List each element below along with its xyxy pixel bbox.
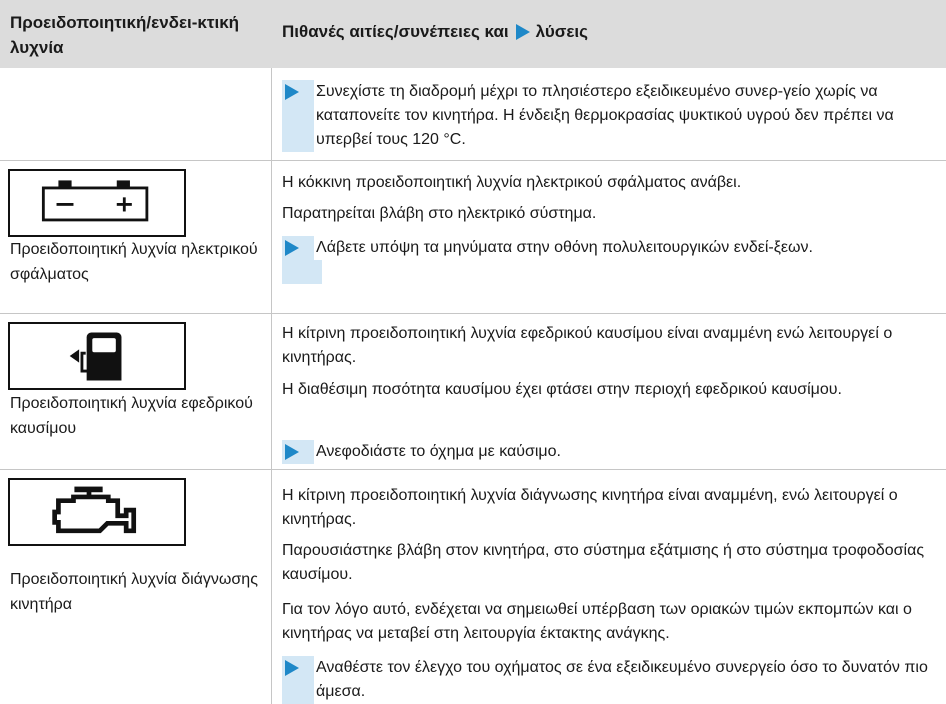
header-col-indicator: Προειδοποιητική/ενδει-κτική λυχνία [10,13,240,57]
step-text: Λάβετε υπόψη τα μηνύματα στην οθόνη πολυ… [314,236,930,260]
text-electrical-2: Παρατηρείται βλάβη στο ηλεκτρικό σύστημα… [282,205,597,222]
text-electrical-1: Η κόκκινη προειδοποιητική λυχνία ηλεκτρι… [282,174,742,191]
arrow-right-icon [285,444,299,460]
arrow-right-icon [515,23,530,40]
header-col-causes: Πιθανές αιτίες/συνέπειες και λύσεις [282,19,588,44]
text-fuel-2: Η διαθέσιμη ποσότητα καυσίμου έχει φτάσε… [282,381,842,398]
label-electrical-fault: Προειδοποιητική λυχνία ηλεκτρικού σφάλμα… [10,241,258,283]
row-divider [0,313,946,314]
step-text: Αναθέστε τον έλεγχο του οχήματος σε ένα … [314,656,930,704]
step-electrical: Λάβετε υπόψη τα μηνύματα στην οθόνη πολυ… [282,236,932,284]
step-fuel: Ανεφοδιάστε το όχημα με καύσιμο. [282,440,932,464]
label-engine-diagnostics: Προειδοποιητική λυχνία διάγνωσης κινητήρ… [10,571,258,613]
table-header: Προειδοποιητική/ενδει-κτική λυχνία Πιθαν… [0,0,946,68]
row-divider [0,469,946,470]
warning-lights-table: Προειδοποιητική/ενδει-κτική λυχνία Πιθαν… [0,0,946,704]
arrow-right-icon [285,84,299,100]
step-text: Συνεχίστε τη διαδρομή μέχρι το πλησιέστε… [314,80,930,152]
battery-icon [8,169,186,237]
column-divider [271,68,272,704]
step-engine: Αναθέστε τον έλεγχο του οχήματος σε ένα … [282,656,932,704]
row-divider [0,160,946,161]
text-engine-3: Για τον λόγο αυτό, ενδέχεται να σημειωθε… [282,601,912,642]
text-fuel-1: Η κίτρινη προειδοποιητική λυχνία εφεδρικ… [282,325,893,366]
step-text: Ανεφοδιάστε το όχημα με καύσιμο. [314,440,930,464]
fuel-pump-icon [8,322,186,390]
text-engine-2: Παρουσιάστηκε βλάβη στον κινητήρα, στο σ… [282,542,925,583]
arrow-right-icon [285,660,299,676]
header-causes-text: Πιθανές αιτίες/συνέπειες και [282,22,509,41]
header-solutions-text: λύσεις [535,22,588,41]
label-reserve-fuel: Προειδοποιητική λυχνία εφεδρικού καυσίμο… [10,395,253,437]
arrow-right-icon [285,240,299,256]
text-engine-1: Η κίτρινη προειδοποιητική λυχνία διάγνωσ… [282,487,898,528]
engine-icon [8,478,186,546]
step-continue-driving: Συνεχίστε τη διαδρομή μέχρι το πλησιέστε… [282,80,932,152]
